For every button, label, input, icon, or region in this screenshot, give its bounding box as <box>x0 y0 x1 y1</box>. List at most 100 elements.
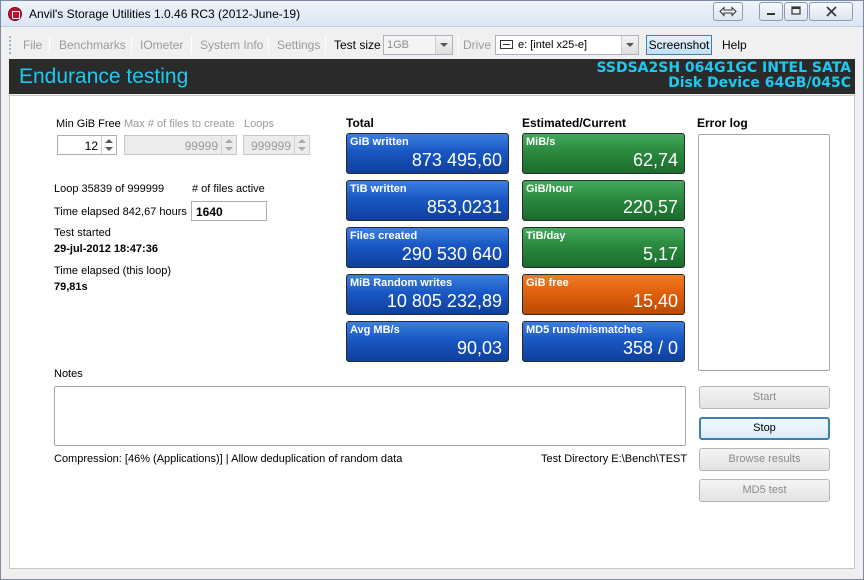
menu-file[interactable]: File <box>23 38 42 52</box>
tile-value: 220,57 <box>622 197 678 217</box>
maximize-icon[interactable] <box>784 2 808 21</box>
tile-gib-free: GiB free 15,40 <box>522 274 685 315</box>
estimated-heading: Estimated/Current <box>522 116 627 130</box>
loop-counter: Loop 35839 of 999999 <box>54 183 165 195</box>
min-gib-free-label: Min GiB Free <box>56 118 121 130</box>
tile-value: 873 495,60 <box>411 150 502 170</box>
device-info-line2: Disk Device 64GB/045C <box>668 75 851 91</box>
max-files-stepper[interactable]: 99999 <box>124 135 237 155</box>
screenshot-button[interactable]: Screenshot <box>646 35 712 55</box>
menu-iometer[interactable]: IOmeter <box>140 38 183 52</box>
total-heading: Total <box>346 116 374 130</box>
browse-results-button[interactable]: Browse results <box>699 448 830 471</box>
test-started-value: 29-jul-2012 18:47:36 <box>54 243 158 255</box>
page-title: Endurance testing <box>19 65 189 88</box>
title-bar: Anvil's Storage Utilities 1.0.46 RC3 (20… <box>1 1 863 27</box>
min-gib-free-value: 12 <box>84 139 98 153</box>
device-info: SSDSA2SH 064G1GC INTEL SATA Disk Device … <box>596 61 851 91</box>
tile-value: 358 / 0 <box>622 338 678 358</box>
tile-label: GiB written <box>350 136 409 148</box>
toolbar-separator <box>131 36 132 54</box>
error-log-heading: Error log <box>697 116 748 130</box>
tile-label: MD5 runs/mismatches <box>526 324 643 336</box>
main-panel: Min GiB Free Max # of files to create Lo… <box>9 95 855 569</box>
tile-avg-mbs: Avg MB/s 90,03 <box>346 321 509 362</box>
tile-files-created: Files created 290 530 640 <box>346 227 509 268</box>
time-elapsed: Time elapsed 842,67 hours <box>54 206 187 218</box>
notes-textarea[interactable] <box>54 386 686 446</box>
md5-test-button[interactable]: MD5 test <box>699 479 830 502</box>
toolbar-separator <box>268 36 269 54</box>
max-files-label: Max # of files to create <box>124 118 235 130</box>
app-window: Anvil's Storage Utilities 1.0.46 RC3 (20… <box>0 0 864 580</box>
max-files-value: 99999 <box>184 139 218 153</box>
tile-value: 10 805 232,89 <box>386 291 502 311</box>
tile-gib-written: GiB written 873 495,60 <box>346 133 509 174</box>
tile-label: GiB free <box>526 277 569 289</box>
app-logo-icon <box>8 7 22 21</box>
menu-help[interactable]: Help <box>722 38 747 52</box>
menu-toolbar: File Benchmarks IOmeter System Info Sett… <box>9 33 855 57</box>
tile-label: TiB written <box>350 183 407 195</box>
chevron-down-icon <box>621 36 638 54</box>
tile-tib-day: TiB/day 5,17 <box>522 227 685 268</box>
minimize-icon[interactable] <box>759 2 783 21</box>
tile-label: MiB Random writes <box>350 277 453 289</box>
swap-arrows-icon[interactable] <box>713 2 743 21</box>
device-info-line1: SSDSA2SH 064G1GC INTEL SATA <box>596 60 851 76</box>
toolbar-separator <box>49 36 50 54</box>
close-icon[interactable] <box>809 2 853 21</box>
time-elapsed-loop-value: 79,81s <box>54 281 88 293</box>
min-gib-free-stepper[interactable]: 12 <box>57 135 117 155</box>
tile-label: Avg MB/s <box>350 324 400 336</box>
stepper-arrows-icon[interactable] <box>221 136 236 154</box>
tile-value: 290 530 640 <box>401 244 502 264</box>
tile-value: 90,03 <box>456 338 502 358</box>
tile-label: MiB/s <box>526 136 556 148</box>
files-active-value[interactable]: 1640 <box>191 201 267 221</box>
stepper-arrows-icon[interactable] <box>294 136 309 154</box>
menu-system-info[interactable]: System Info <box>200 38 263 52</box>
tile-label: TiB/day <box>526 230 566 242</box>
loops-label: Loops <box>244 118 274 130</box>
tile-md5-runs: MD5 runs/mismatches 358 / 0 <box>522 321 685 362</box>
tile-mibs: MiB/s 62,74 <box>522 133 685 174</box>
stepper-arrows-icon[interactable] <box>101 136 116 154</box>
drive-select[interactable]: e: [intel x25-e] <box>495 35 639 55</box>
tile-value: 62,74 <box>632 150 678 170</box>
chevron-down-icon <box>435 36 452 54</box>
tile-value: 5,17 <box>642 244 678 264</box>
header-band: Endurance testing SSDSA2SH 064G1GC INTEL… <box>9 59 855 94</box>
test-directory: Test Directory E:\Bench\TEST <box>541 453 688 465</box>
compression-info: Compression: [46% (Applications)] | Allo… <box>54 453 403 465</box>
window-title: Anvil's Storage Utilities 1.0.46 RC3 (20… <box>29 7 301 21</box>
error-log-list[interactable] <box>698 134 830 371</box>
toolbar-separator <box>191 36 192 54</box>
notes-label: Notes <box>54 368 83 380</box>
loops-value: 999999 <box>250 139 291 153</box>
files-active-label: # of files active <box>192 183 265 195</box>
tile-label: GiB/hour <box>526 183 574 195</box>
drive-value: e: [intel x25-e] <box>518 39 588 51</box>
test-size-label: Test size <box>334 38 381 52</box>
tile-tib-written: TiB written 853,0231 <box>346 180 509 221</box>
tile-value: 15,40 <box>632 291 678 311</box>
time-elapsed-loop-label: Time elapsed (this loop) <box>54 265 171 277</box>
menu-benchmarks[interactable]: Benchmarks <box>59 38 126 52</box>
tile-mib-random-writes: MiB Random writes 10 805 232,89 <box>346 274 509 315</box>
tile-label: Files created <box>350 230 418 242</box>
start-button[interactable]: Start <box>699 386 830 409</box>
tile-value: 853,0231 <box>426 197 502 217</box>
menu-settings[interactable]: Settings <box>277 38 320 52</box>
drive-icon <box>500 40 513 49</box>
test-started-label: Test started <box>54 227 111 239</box>
loops-stepper[interactable]: 999999 <box>243 135 310 155</box>
test-size-select[interactable]: 1GB <box>383 35 453 55</box>
tile-gib-hour: GiB/hour 220,57 <box>522 180 685 221</box>
drive-label: Drive <box>463 38 492 52</box>
test-size-value: 1GB <box>387 39 410 51</box>
stop-button[interactable]: Stop <box>699 417 830 440</box>
toolbar-grip[interactable] <box>9 36 13 54</box>
toolbar-separator <box>458 36 459 54</box>
toolbar-separator <box>325 36 326 54</box>
